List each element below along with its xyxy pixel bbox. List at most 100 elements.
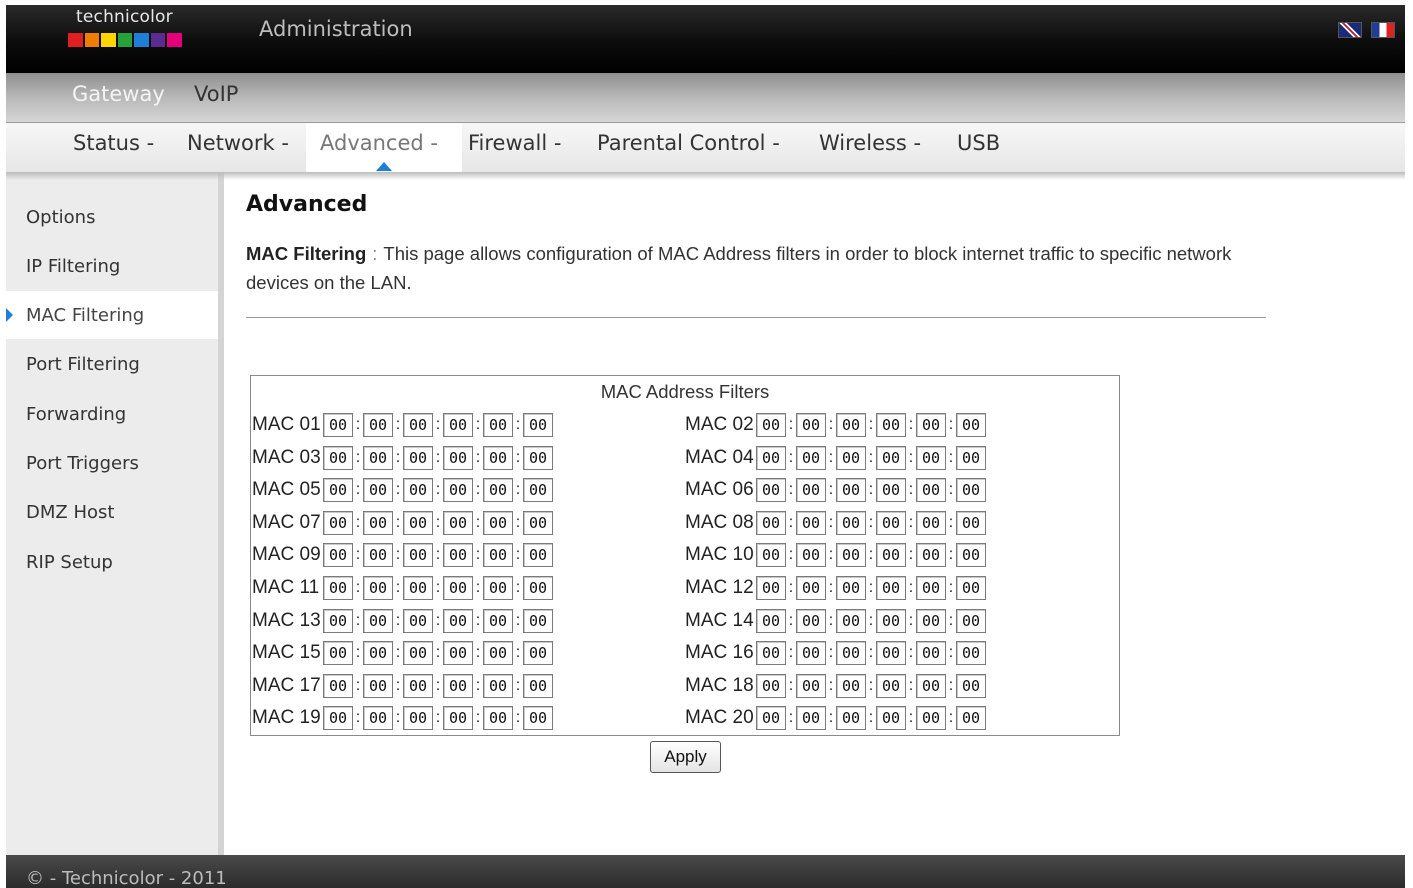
mac-octet-input[interactable] <box>523 641 553 666</box>
mac-octet-input[interactable] <box>443 706 473 731</box>
mac-octet-input[interactable] <box>443 445 473 470</box>
mac-octet-input[interactable] <box>756 478 786 503</box>
tab-status[interactable]: Status - <box>73 131 154 155</box>
mac-octet-input[interactable] <box>403 413 433 437</box>
tab-parental-control[interactable]: Parental Control - <box>597 131 780 155</box>
tab-network[interactable]: Network - <box>187 131 289 155</box>
mac-octet-input[interactable] <box>956 543 986 568</box>
mac-octet-input[interactable] <box>403 576 433 600</box>
mac-octet-input[interactable] <box>796 641 826 666</box>
mac-octet-input[interactable] <box>796 576 826 600</box>
mac-octet-input[interactable] <box>876 673 906 698</box>
mac-octet-input[interactable] <box>756 706 786 731</box>
mac-octet-input[interactable] <box>363 510 393 535</box>
tab-firewall[interactable]: Firewall - <box>468 131 561 155</box>
mac-octet-input[interactable] <box>876 641 906 666</box>
mac-octet-input[interactable] <box>363 445 393 470</box>
mac-octet-input[interactable] <box>836 576 866 600</box>
mac-octet-input[interactable] <box>523 510 553 535</box>
sidebar-item-dmz-host[interactable]: DMZ Host <box>6 488 218 536</box>
mac-octet-input[interactable] <box>956 413 986 437</box>
mac-octet-input[interactable] <box>796 673 826 698</box>
mac-octet-input[interactable] <box>756 413 786 437</box>
mac-octet-input[interactable] <box>916 608 946 633</box>
mac-octet-input[interactable] <box>796 608 826 633</box>
mac-octet-input[interactable] <box>916 413 946 437</box>
mac-octet-input[interactable] <box>836 478 866 503</box>
mac-octet-input[interactable] <box>443 543 473 568</box>
top-nav-gateway[interactable]: Gateway <box>72 82 165 106</box>
mac-octet-input[interactable] <box>323 608 353 633</box>
mac-octet-input[interactable] <box>796 445 826 470</box>
mac-octet-input[interactable] <box>523 543 553 568</box>
mac-octet-input[interactable] <box>836 445 866 470</box>
mac-octet-input[interactable] <box>796 706 826 731</box>
mac-octet-input[interactable] <box>916 673 946 698</box>
mac-octet-input[interactable] <box>403 641 433 666</box>
mac-octet-input[interactable] <box>483 641 513 666</box>
mac-octet-input[interactable] <box>956 510 986 535</box>
mac-octet-input[interactable] <box>523 445 553 470</box>
mac-octet-input[interactable] <box>756 673 786 698</box>
mac-octet-input[interactable] <box>836 413 866 437</box>
mac-octet-input[interactable] <box>403 478 433 503</box>
mac-octet-input[interactable] <box>483 576 513 600</box>
tab-usb[interactable]: USB <box>957 131 1000 155</box>
mac-octet-input[interactable] <box>363 576 393 600</box>
mac-octet-input[interactable] <box>403 673 433 698</box>
mac-octet-input[interactable] <box>483 478 513 503</box>
mac-octet-input[interactable] <box>916 478 946 503</box>
mac-octet-input[interactable] <box>876 445 906 470</box>
mac-octet-input[interactable] <box>876 478 906 503</box>
mac-octet-input[interactable] <box>483 608 513 633</box>
mac-octet-input[interactable] <box>956 608 986 633</box>
mac-octet-input[interactable] <box>916 576 946 600</box>
mac-octet-input[interactable] <box>836 510 866 535</box>
mac-octet-input[interactable] <box>916 445 946 470</box>
tab-advanced[interactable]: Advanced - <box>320 131 438 155</box>
mac-octet-input[interactable] <box>756 510 786 535</box>
mac-octet-input[interactable] <box>796 413 826 437</box>
mac-octet-input[interactable] <box>916 706 946 731</box>
mac-octet-input[interactable] <box>523 673 553 698</box>
mac-octet-input[interactable] <box>403 445 433 470</box>
mac-octet-input[interactable] <box>323 543 353 568</box>
mac-octet-input[interactable] <box>443 413 473 437</box>
sidebar-item-rip-setup[interactable]: RIP Setup <box>6 538 218 586</box>
mac-octet-input[interactable] <box>443 608 473 633</box>
mac-octet-input[interactable] <box>876 608 906 633</box>
mac-octet-input[interactable] <box>523 608 553 633</box>
mac-octet-input[interactable] <box>523 413 553 437</box>
mac-octet-input[interactable] <box>756 543 786 568</box>
mac-octet-input[interactable] <box>876 576 906 600</box>
mac-octet-input[interactable] <box>796 510 826 535</box>
mac-octet-input[interactable] <box>483 510 513 535</box>
fr-flag-icon[interactable] <box>1371 22 1395 38</box>
mac-octet-input[interactable] <box>483 543 513 568</box>
mac-octet-input[interactable] <box>443 478 473 503</box>
mac-octet-input[interactable] <box>916 543 946 568</box>
mac-octet-input[interactable] <box>836 543 866 568</box>
mac-octet-input[interactable] <box>323 706 353 731</box>
mac-octet-input[interactable] <box>796 543 826 568</box>
mac-octet-input[interactable] <box>403 608 433 633</box>
mac-octet-input[interactable] <box>836 673 866 698</box>
mac-octet-input[interactable] <box>363 608 393 633</box>
mac-octet-input[interactable] <box>443 576 473 600</box>
mac-octet-input[interactable] <box>956 706 986 731</box>
mac-octet-input[interactable] <box>363 641 393 666</box>
mac-octet-input[interactable] <box>836 608 866 633</box>
mac-octet-input[interactable] <box>363 413 393 437</box>
sidebar-item-port-filtering[interactable]: Port Filtering <box>6 340 218 388</box>
mac-octet-input[interactable] <box>796 478 826 503</box>
mac-octet-input[interactable] <box>323 576 353 600</box>
mac-octet-input[interactable] <box>323 413 353 437</box>
sidebar-item-mac-filtering[interactable]: MAC Filtering <box>6 291 218 339</box>
mac-octet-input[interactable] <box>876 543 906 568</box>
mac-octet-input[interactable] <box>756 445 786 470</box>
mac-octet-input[interactable] <box>483 445 513 470</box>
mac-octet-input[interactable] <box>876 706 906 731</box>
uk-flag-icon[interactable] <box>1338 22 1362 38</box>
sidebar-item-options[interactable]: Options <box>6 193 218 241</box>
mac-octet-input[interactable] <box>916 641 946 666</box>
